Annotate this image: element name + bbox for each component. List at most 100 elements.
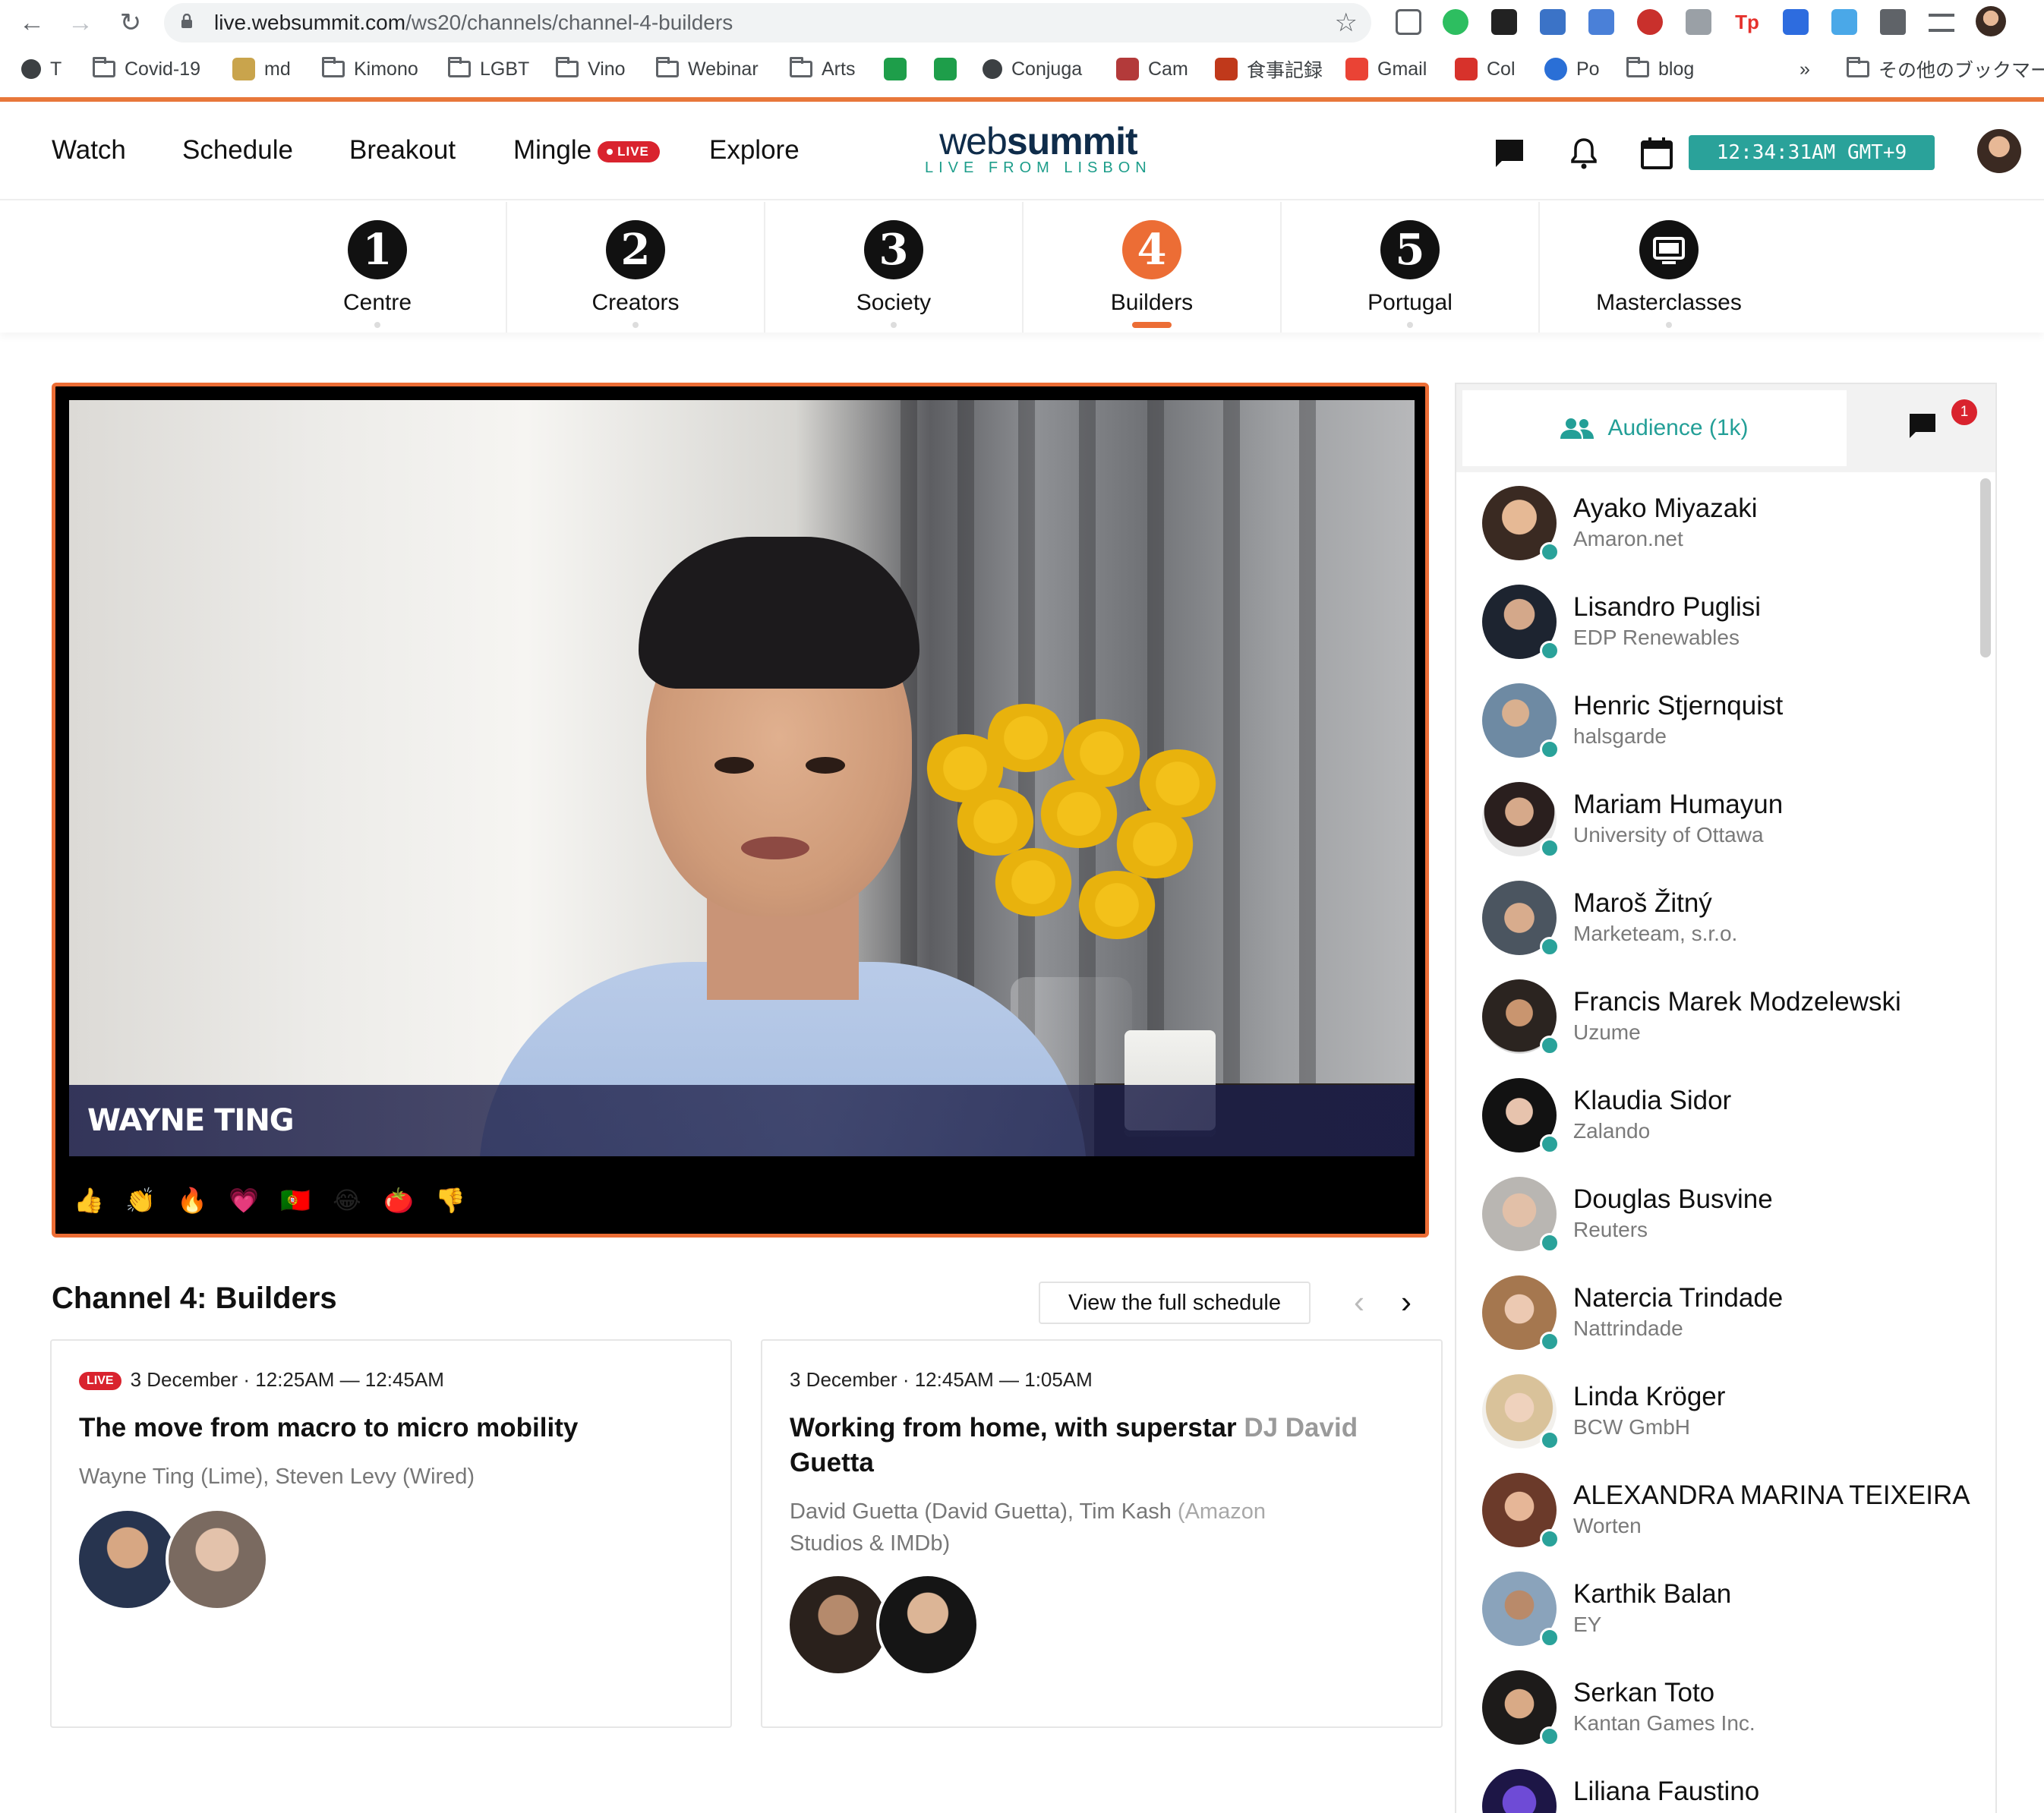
reload-icon[interactable]: ↻ [114,6,147,39]
folder-icon [556,57,579,77]
session-title[interactable]: Working from home, with superstar DJ Dav… [790,1411,1397,1480]
live-video-frame[interactable] [69,400,1415,1156]
attendee-row[interactable]: Liliana Faustino [1456,1769,1973,1813]
attendee-row[interactable]: Serkan Toto Kantan Games Inc. [1456,1670,1973,1770]
clap-reaction-icon[interactable]: 👏 [122,1182,159,1219]
bookmark-folder[interactable]: Webinar [656,56,759,82]
next-arrow-icon[interactable]: › [1391,1283,1421,1321]
calendar-icon[interactable] [1639,135,1675,172]
forward-arrow-icon[interactable]: → [64,6,97,39]
speaker-avatar[interactable] [787,1573,890,1676]
tab-channel-portugal[interactable]: 5 Portugal [1282,202,1540,333]
folder-icon [1847,57,1869,77]
back-arrow-icon[interactable]: ← [15,6,49,39]
speaker-avatar[interactable] [166,1508,269,1611]
extension-icon[interactable]: Tp [1734,9,1760,35]
extension-icon[interactable] [1637,9,1663,35]
bookmark-folder[interactable]: Covid-19 [93,56,200,82]
nav-breakout[interactable]: Breakout [349,135,456,166]
lock-icon [181,14,192,28]
tomato-reaction-icon[interactable]: 🍅 [380,1182,417,1219]
extension-icon[interactable] [1491,9,1517,35]
attendee-row[interactable]: Maroš Žitný Marketeam, s.r.o. [1456,881,1973,981]
attendee-row[interactable]: Lisandro Puglisi EDP Renewables [1456,585,1973,685]
heart-reaction-icon[interactable]: 💗 [226,1182,262,1219]
tab-channel-society[interactable]: 3 Society [765,202,1024,333]
bookmark-item[interactable]: Conjuga [983,56,1082,82]
profile-avatar[interactable] [1976,6,2006,36]
bookmark-item[interactable] [934,56,957,82]
user-avatar[interactable] [1977,129,2021,173]
attendee-row[interactable]: Klaudia Sidor Zalando [1456,1078,1973,1178]
speaker-avatar[interactable] [876,1573,979,1676]
websummit-logo[interactable]: websummit LIVE FROM LISBON [925,121,1152,177]
bookmark-item[interactable]: md [232,56,291,82]
bookmark-item[interactable]: Po [1544,56,1600,82]
extension-icon[interactable] [1783,9,1809,35]
channel-label: Portugal [1367,290,1453,315]
session-card[interactable]: LIVE 3 December · 12:25AM — 12:45AM The m… [50,1339,732,1728]
attendee-row[interactable]: Linda Kröger BCW GmbH [1456,1374,1973,1474]
attendee-row[interactable]: ALEXANDRA MARINA TEIXEIRA Worten [1456,1473,1973,1573]
nav-schedule[interactable]: Schedule [182,135,293,166]
speaker-video [479,537,1087,1156]
thumbs-down-reaction-icon[interactable]: 👎 [432,1182,468,1219]
bookmark-item[interactable]: Gmail [1345,56,1427,82]
previous-arrow-icon[interactable]: ‹ [1344,1283,1374,1321]
video-player[interactable]: WAYNE TING 👍 👏 🔥 💗 🇵🇹 😂 🍅 👎 [52,383,1429,1238]
speaker-avatar[interactable] [76,1508,179,1611]
attendee-row[interactable]: Francis Marek Modzelewski Uzume [1456,979,1973,1080]
tab-channel-builders[interactable]: 4 Builders [1024,202,1282,333]
tab-channel-creators[interactable]: 2 Creators [507,202,765,333]
bell-icon[interactable] [1566,135,1602,172]
sidebar-scrollbar[interactable] [1980,478,1991,657]
tab-channel-masterclasses[interactable]: Masterclasses [1540,202,1798,333]
session-card[interactable]: 3 December · 12:45AM — 1:05AM Working fr… [761,1339,1443,1728]
attendee-row[interactable]: Karthik Balan EY [1456,1572,1973,1672]
bookmark-item[interactable]: Cam [1116,56,1188,82]
gmail-icon [1345,58,1368,80]
puzzle-extensions-icon[interactable] [1880,9,1906,35]
bookmark-item[interactable]: T [21,56,62,82]
bookmark-item[interactable]: 食事記録 [1215,56,1323,82]
extension-icon[interactable] [1686,9,1711,35]
bookmark-folder[interactable]: Kimono [322,56,418,82]
online-indicator [1540,937,1560,957]
nav-explore[interactable]: Explore [709,135,800,166]
attendee-row[interactable]: Mariam Humayun University of Ottawa [1456,782,1973,882]
bookmark-folder[interactable]: Arts [790,56,855,82]
attendee-row[interactable]: Henric Stjernquist halsgarde [1456,683,1973,784]
reading-list-icon[interactable] [1929,14,1954,32]
fire-reaction-icon[interactable]: 🔥 [174,1182,210,1219]
bookmark-item[interactable] [884,56,907,82]
chat-tab-icon[interactable] [1907,411,1938,442]
attendee-row[interactable]: Douglas Busvine Reuters [1456,1177,1973,1277]
other-bookmarks-folder[interactable]: その他のブックマーク [1847,56,2044,82]
nav-watch[interactable]: Watch [52,135,126,166]
tab-audience[interactable]: Audience (1k) [1462,390,1847,466]
attendee-row[interactable]: Natercia Trindade Nattrindade [1456,1275,1973,1376]
thumbs-up-reaction-icon[interactable]: 👍 [71,1182,107,1219]
chat-icon[interactable] [1491,135,1528,172]
bookmark-item[interactable]: Col [1455,56,1516,82]
bookmark-folder[interactable]: LGBT [448,56,529,82]
bookmarks-overflow[interactable]: » [1800,56,1810,82]
bookmark-star-icon[interactable]: ☆ [1335,8,1358,38]
portugal-flag-reaction-icon[interactable]: 🇵🇹 [277,1182,314,1219]
pocket-extension-icon[interactable] [1396,9,1421,35]
extension-icon[interactable] [1540,9,1566,35]
extension-icon[interactable] [1831,9,1857,35]
attendee-row[interactable]: Ayako Miyazaki Amaron.net [1456,486,1973,586]
bookmark-folder[interactable]: Vino [556,56,626,82]
evernote-extension-icon[interactable] [1443,9,1468,35]
view-full-schedule-button[interactable]: View the full schedule [1039,1282,1311,1324]
session-title[interactable]: The move from macro to micro mobility [79,1411,686,1446]
bookmark-favicon-icon [1544,58,1567,80]
laugh-reaction-icon[interactable]: 😂 [329,1182,365,1219]
address-bar[interactable]: live.websummit.com/ws20/channels/channel… [164,3,1371,43]
session-time: LIVE 3 December · 12:25AM — 12:45AM [79,1368,444,1392]
bookmark-folder[interactable]: blog [1626,56,1694,82]
tab-channel-centre[interactable]: 1 Centre [249,202,507,333]
nav-mingle[interactable]: Mingle LIVE [513,135,660,166]
extension-icon[interactable] [1588,9,1614,35]
